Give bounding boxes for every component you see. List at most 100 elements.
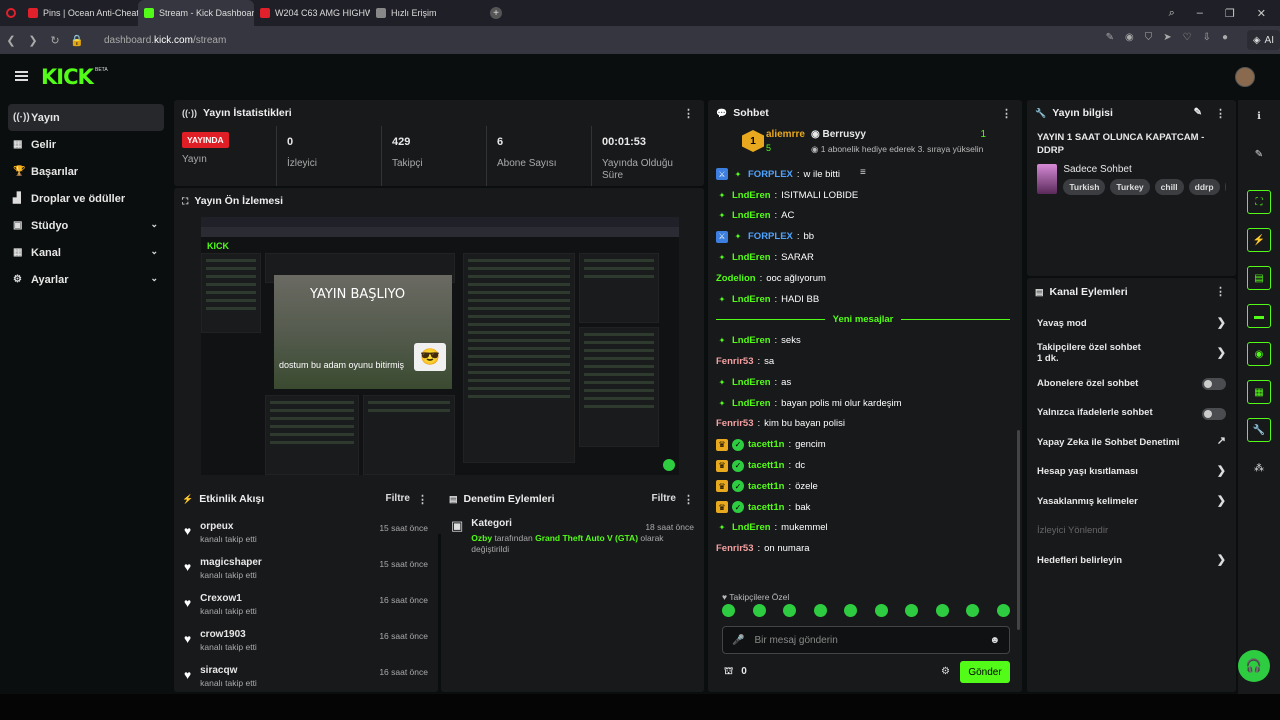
- edit-icon[interactable]: ✎: [1194, 107, 1202, 118]
- emote-icon[interactable]: [783, 604, 797, 617]
- reload-icon[interactable]: ↻: [44, 34, 66, 47]
- browser-tab[interactable]: Pins | Ocean Anti-Cheat: [22, 0, 138, 26]
- send-button[interactable]: Gönder: [960, 661, 1010, 683]
- chat-username[interactable]: LndEren: [732, 398, 771, 409]
- chat-username[interactable]: Zodelion: [716, 273, 756, 284]
- more-icon[interactable]: ⋮: [683, 493, 694, 506]
- url-field[interactable]: dashboard.kick.com/stream: [104, 35, 226, 46]
- emoji-icon[interactable]: ☻: [989, 635, 1000, 646]
- send-icon[interactable]: ➤: [1163, 32, 1171, 43]
- wrench-icon[interactable]: 🔧: [1247, 418, 1271, 442]
- filter-button[interactable]: Filtre: [386, 493, 410, 504]
- toggle-switch[interactable]: [1202, 378, 1226, 391]
- camera-icon[interactable]: ◉: [1125, 32, 1134, 43]
- info-icon[interactable]: ℹ: [1247, 104, 1271, 128]
- edit-icon[interactable]: ✎: [1106, 32, 1114, 43]
- sidebar-item[interactable]: ⚙ Ayarlar ⌄: [8, 266, 164, 293]
- shield-icon[interactable]: ⛉: [1145, 32, 1153, 43]
- chat-username[interactable]: LndEren: [732, 335, 771, 346]
- kick-logo[interactable]: KICK: [41, 65, 94, 89]
- sidebar-item[interactable]: ▦ Gelir: [8, 131, 164, 158]
- ai-button[interactable]: ◈ AI: [1246, 30, 1280, 50]
- stream-preview-video[interactable]: KICK YAYIN BAŞLIYO dostum bu adam oyunu …: [201, 217, 679, 475]
- emote-icon[interactable]: [752, 604, 766, 617]
- minimize-icon[interactable]: –: [1197, 7, 1203, 19]
- emote-icon[interactable]: [935, 604, 949, 617]
- filter-button[interactable]: Filtre: [652, 493, 676, 504]
- stream-tag[interactable]: Turkish: [1063, 178, 1106, 195]
- avatar[interactable]: [1235, 67, 1255, 87]
- activity-user[interactable]: siracqw: [200, 665, 257, 676]
- chat-username[interactable]: LndEren: [732, 522, 771, 533]
- sidebar-item[interactable]: ▣ Stüdyo ⌄: [8, 212, 164, 239]
- stream-tag[interactable]: ddrp: [1188, 178, 1220, 195]
- heart-icon[interactable]: ♡: [1183, 32, 1192, 43]
- emote-icon[interactable]: [996, 604, 1010, 617]
- channel-action-row[interactable]: Takipçilere özel sohbet 1 dk. ❯: [1027, 340, 1236, 370]
- chat-username[interactable]: tacett1n: [748, 439, 784, 450]
- more-icon[interactable]: ⋮: [1001, 107, 1012, 120]
- chat-settings-icon[interactable]: ⚙: [941, 666, 950, 677]
- pencil-icon[interactable]: ✎: [1247, 142, 1271, 166]
- category-name[interactable]: Sadece Sohbet: [1063, 164, 1226, 175]
- stream-tag[interactable]: Turkey: [1110, 178, 1150, 195]
- more-icon[interactable]: ⋮: [683, 107, 694, 120]
- chat-scrollbar[interactable]: [1017, 430, 1020, 630]
- stream-tag[interactable]: chill: [1154, 178, 1184, 195]
- more-icon[interactable]: ⋮: [1215, 107, 1226, 120]
- channel-action-row[interactable]: Yalnızca ifadelerle sohbet: [1027, 399, 1236, 429]
- chat-username[interactable]: LndEren: [732, 252, 771, 263]
- new-tab-button[interactable]: +: [490, 7, 502, 19]
- bolt-icon[interactable]: ⚡: [1247, 228, 1271, 252]
- chat-username[interactable]: tacett1n: [748, 502, 784, 513]
- channel-action-row[interactable]: Hesap yaşı kısıtlaması ❯: [1027, 458, 1236, 488]
- activity-user[interactable]: orpeux: [200, 521, 257, 532]
- sidebar-item[interactable]: 🏆 Başarılar: [8, 158, 164, 185]
- preview-icon[interactable]: ⛶: [1247, 190, 1271, 214]
- category-thumbnail[interactable]: [1037, 163, 1058, 194]
- forward-icon[interactable]: ❯: [22, 34, 44, 47]
- emote-icon[interactable]: [905, 604, 919, 617]
- chat-username[interactable]: FORPLEX: [748, 169, 793, 180]
- channel-action-row[interactable]: Yasaklanmış kelimeler ❯: [1027, 488, 1236, 518]
- layout-icon[interactable]: ▦: [1247, 380, 1271, 404]
- apps-icon[interactable]: ⁂: [1247, 456, 1271, 480]
- chat-username[interactable]: LndEren: [732, 210, 771, 221]
- more-icon[interactable]: ⋮: [417, 493, 428, 506]
- support-icon[interactable]: 🎧: [1238, 650, 1270, 682]
- activity-user[interactable]: crow1903: [200, 629, 257, 640]
- channel-points[interactable]: ⛫ 0: [724, 666, 747, 679]
- chat-username[interactable]: tacett1n: [748, 481, 784, 492]
- browser-tab[interactable]: Stream - Kick Dashboard: [138, 0, 254, 26]
- toggle-switch[interactable]: [1202, 407, 1226, 420]
- document-icon[interactable]: ▤: [1247, 266, 1271, 290]
- sidebar-item[interactable]: ▦ Kanal ⌄: [8, 239, 164, 266]
- chat-username[interactable]: Fenrir53: [716, 543, 754, 554]
- opera-logo-icon[interactable]: [6, 8, 16, 18]
- close-window-icon[interactable]: ✕: [1257, 7, 1266, 20]
- channel-action-row[interactable]: Yavaş mod ❯: [1027, 310, 1236, 340]
- chat-username[interactable]: LndEren: [732, 377, 771, 388]
- profile-icon[interactable]: ●: [1222, 32, 1228, 43]
- broadcast-icon[interactable]: ◉: [1247, 342, 1271, 366]
- emote-icon[interactable]: [874, 604, 888, 617]
- chat-username[interactable]: LndEren: [732, 190, 771, 201]
- more-icon[interactable]: ⋮: [1215, 285, 1226, 298]
- sidebar-item[interactable]: ((·)) Yayın: [8, 104, 164, 131]
- mic-icon[interactable]: 🎤: [732, 635, 744, 646]
- emote-icon[interactable]: [966, 604, 980, 617]
- chat-username[interactable]: FORPLEX: [748, 231, 793, 242]
- chat-icon[interactable]: ▬: [1247, 304, 1271, 328]
- emote-icon[interactable]: [722, 604, 735, 617]
- chat-username[interactable]: LndEren: [732, 294, 771, 305]
- download-icon[interactable]: ⇩: [1203, 32, 1211, 43]
- emote-icon[interactable]: [813, 604, 827, 617]
- stream-tag[interactable]: f: [1224, 178, 1226, 195]
- emote-icon[interactable]: [844, 604, 858, 617]
- channel-action-row[interactable]: Hedefleri belirleyin ❯: [1027, 547, 1236, 577]
- maximize-icon[interactable]: ❐: [1225, 7, 1235, 20]
- browser-tab[interactable]: Hızlı Erişim: [370, 0, 480, 26]
- chat-username[interactable]: Fenrir53: [716, 418, 754, 429]
- activity-user[interactable]: magicshaper: [200, 557, 262, 568]
- menu-icon[interactable]: [15, 71, 28, 81]
